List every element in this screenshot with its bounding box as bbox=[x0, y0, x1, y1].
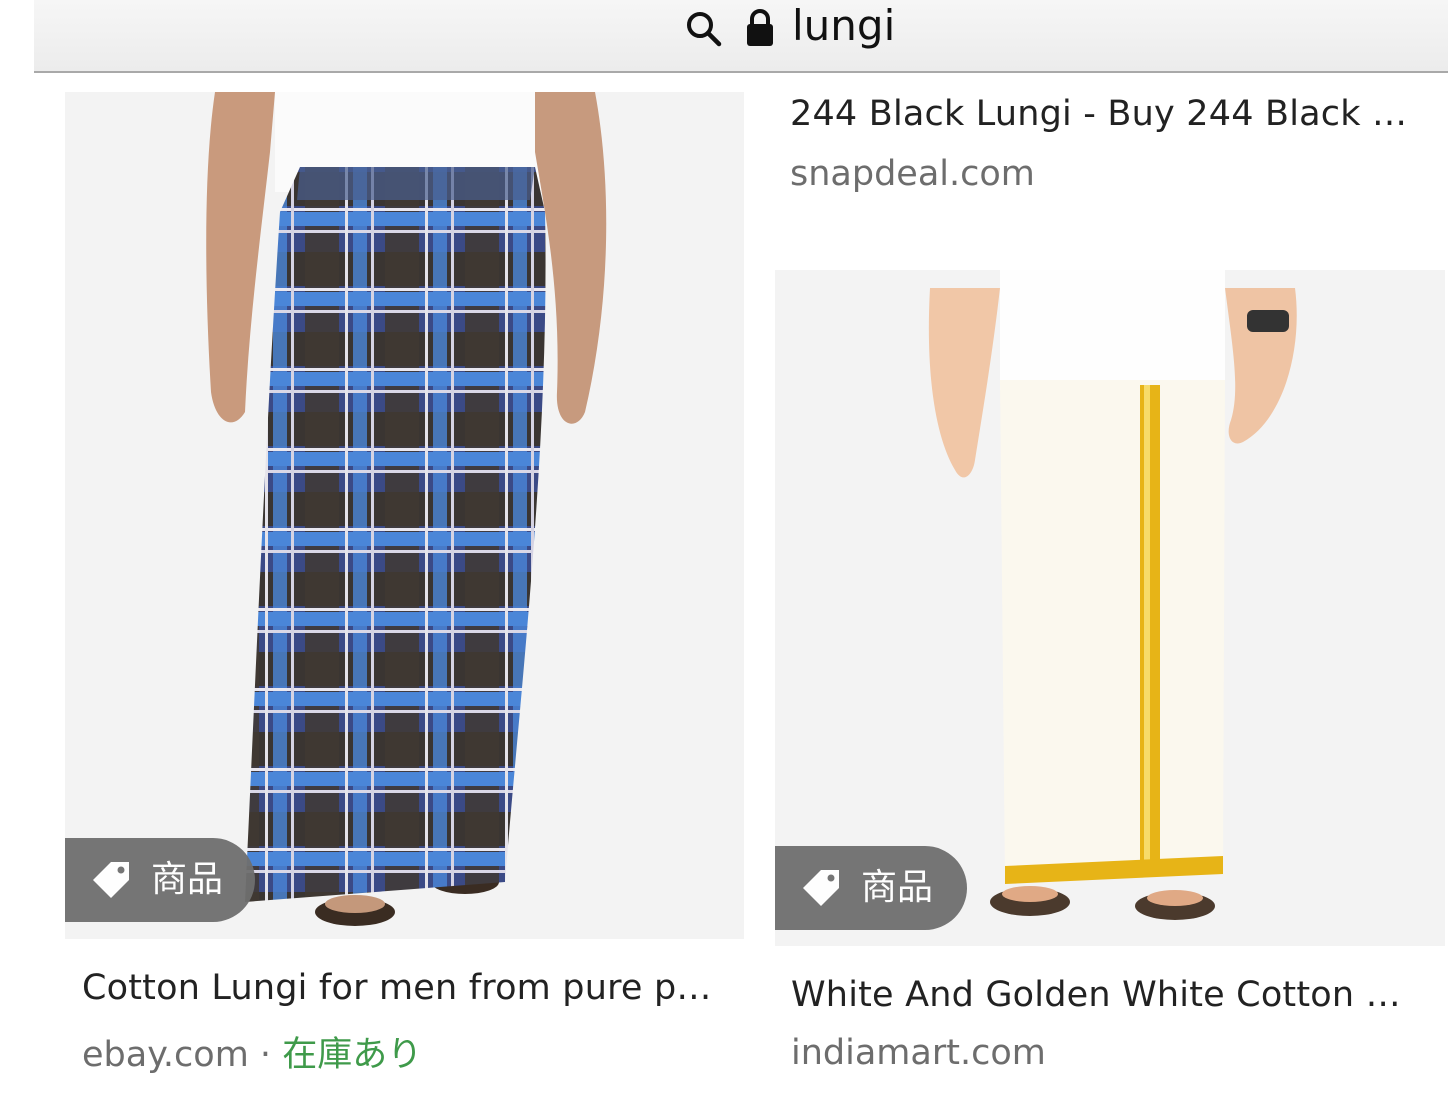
search-results-page: lungi 244 Black Lungi - Buy 244 Black … … bbox=[0, 0, 1448, 1116]
result-title[interactable]: White And Golden White Cotton … bbox=[791, 975, 1401, 1015]
product-badge: 商品 bbox=[65, 838, 255, 922]
url-bar[interactable]: lungi bbox=[34, 0, 1448, 73]
result-source: ebay.com bbox=[82, 1035, 249, 1075]
result-title[interactable]: 244 Black Lungi - Buy 244 Black … bbox=[790, 94, 1407, 134]
tag-icon bbox=[803, 870, 839, 906]
tag-icon bbox=[93, 862, 129, 898]
product-image-checked-lungi[interactable]: 商品 bbox=[65, 92, 744, 939]
lock-icon bbox=[747, 9, 773, 46]
product-badge: 商品 bbox=[775, 846, 967, 930]
badge-label: 商品 bbox=[861, 867, 934, 908]
white-golden-lungi-illustration bbox=[928, 270, 1297, 920]
search-icon[interactable] bbox=[685, 10, 723, 48]
availability-status: 在庫あり bbox=[282, 1035, 423, 1075]
product-image-white-golden-lungi[interactable]: 商品 bbox=[775, 270, 1445, 946]
checked-lungi-illustration bbox=[206, 92, 607, 926]
result-title[interactable]: Cotton Lungi for men from pure p… bbox=[82, 968, 712, 1008]
result-source: snapdeal.com bbox=[790, 154, 1035, 194]
url-query-text[interactable]: lungi bbox=[792, 0, 895, 52]
badge-label: 商品 bbox=[151, 859, 224, 900]
result-source: indiamart.com bbox=[791, 1033, 1046, 1073]
source-separator: · bbox=[248, 1035, 283, 1075]
result-source-line: ebay.com · 在庫あり bbox=[82, 1026, 422, 1077]
